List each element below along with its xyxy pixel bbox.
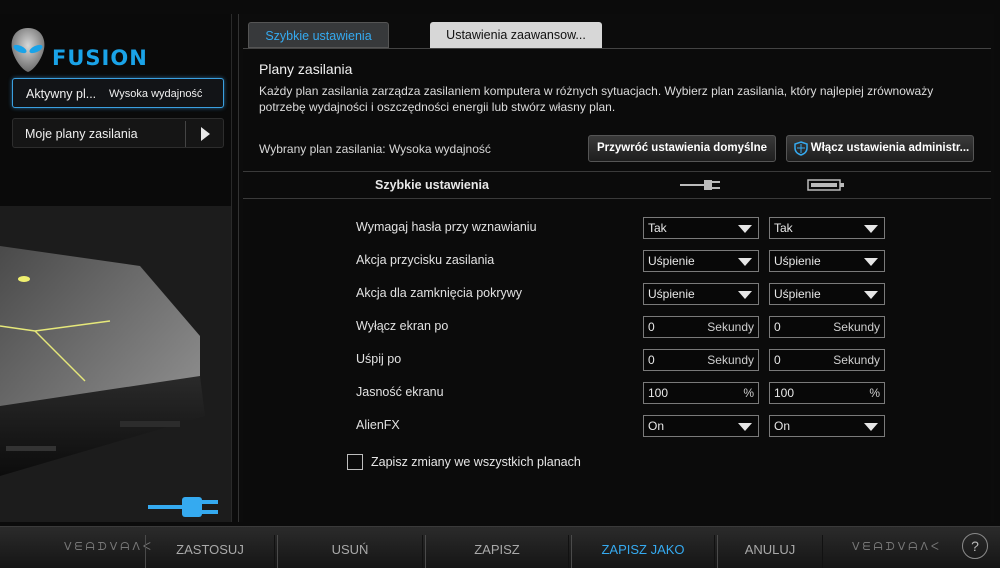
ac-power-plug-icon — [680, 180, 720, 190]
bottom-action-bar: ᐯᗴᗩᗪᐯᗩᐱᐸ ZASTOSUJ USUŃ ZAPISZ ZAPISZ JAK… — [0, 526, 1000, 568]
settings-table-header: Szybkie ustawienia — [243, 171, 991, 199]
fusion-window: FUSION Aktywny pl... Wysoka wydajność Mo… — [0, 0, 1000, 568]
delete-button[interactable]: USUŃ — [277, 535, 423, 568]
value-field-ac[interactable]: 100% — [643, 382, 759, 404]
setting-value: Tak — [774, 221, 793, 235]
restore-defaults-button[interactable]: Przywróć ustawienia domyślne — [588, 135, 776, 162]
value-field-batt[interactable]: 0 Sekundy — [769, 316, 885, 338]
setting-value: Tak — [648, 221, 667, 235]
alien-head-icon — [11, 28, 45, 72]
selected-plan-text: Wybrany plan zasilania: Wysoka wydajność — [259, 142, 491, 156]
setting-label: AlienFX — [356, 418, 400, 432]
logo-text: FUSION — [52, 46, 148, 70]
dropdown-batt[interactable]: Tak — [769, 217, 885, 239]
alien-glyph-decoration-left: ᐯᗴᗩᗪᐯᗩᐱᐸ — [64, 540, 154, 553]
setting-value: Uśpienie — [648, 287, 695, 301]
restore-defaults-label: Przywróć ustawienia domyślne — [596, 142, 767, 154]
unit-label: % — [869, 386, 880, 400]
sidebar: FUSION Aktywny pl... Wysoka wydajność Mo… — [0, 14, 232, 522]
save-all-plans-label: Zapisz zmiany we wszystkich planach — [371, 455, 581, 469]
alien-glyph-decoration-right: ᐯᗴᗩᗪᐯᗩᐱᐸ — [852, 540, 942, 553]
setting-label: Wyłącz ekran po — [356, 319, 449, 333]
value-field-ac[interactable]: 0 Sekundy — [643, 349, 759, 371]
setting-value: 0 — [774, 353, 781, 367]
alien-fusion-logo: FUSION — [8, 24, 208, 80]
unit-label: % — [743, 386, 754, 400]
setting-value: Uśpienie — [774, 254, 821, 268]
setting-value: On — [774, 419, 791, 433]
my-power-plans-label: Moje plany zasilania — [25, 127, 138, 141]
tab-advanced-settings[interactable]: Ustawienia zaawansow... — [430, 22, 602, 48]
setting-value: Uśpienie — [774, 287, 821, 301]
setting-value: 0 — [648, 353, 655, 367]
dropdown-ac[interactable]: Uśpienie — [643, 283, 759, 305]
shield-icon — [794, 141, 808, 156]
save-as-button[interactable]: ZAPISZ JAKO — [571, 535, 715, 568]
main-panel: Szybkie ustawienia Ustawienia zaawansow.… — [238, 14, 994, 522]
active-plan-value: Wysoka wydajność — [109, 88, 203, 100]
my-power-plans-button[interactable]: Moje plany zasilania — [12, 118, 224, 148]
active-plan-label: Aktywny pl... — [26, 87, 97, 101]
dropdown-ac[interactable]: Tak — [643, 217, 759, 239]
tab-quick-settings[interactable]: Szybkie ustawienia — [248, 22, 389, 48]
battery-icon — [807, 179, 844, 191]
cancel-button[interactable]: ANULUJ — [717, 535, 823, 568]
setting-label: Akcja przycisku zasilania — [356, 253, 495, 267]
play-arrow-icon — [201, 127, 210, 141]
apply-button[interactable]: ZASTOSUJ — [145, 535, 275, 568]
dropdown-ac[interactable]: Uśpienie — [643, 250, 759, 272]
save-all-plans-checkbox[interactable] — [347, 454, 363, 470]
dropdown-ac[interactable]: On — [643, 415, 759, 437]
unit-label: Sekundy — [707, 320, 754, 334]
admin-settings-button[interactable]: Włącz ustawienia administr... — [786, 135, 974, 162]
value-field-ac[interactable]: 0 Sekundy — [643, 316, 759, 338]
quick-settings-content: Plany zasilania Każdy plan zasilania zar… — [243, 48, 991, 522]
save-button[interactable]: ZAPISZ — [425, 535, 569, 568]
power-plug-icon — [148, 497, 218, 517]
chevron-down-icon — [864, 291, 878, 299]
plans-description: Każdy plan zasilania zarządza zasilaniem… — [259, 84, 934, 114]
setting-value: 100 — [774, 386, 795, 400]
setting-value: 0 — [648, 320, 655, 334]
chevron-down-icon — [864, 258, 878, 266]
help-button[interactable]: ? — [962, 533, 988, 559]
setting-value: 0 — [774, 320, 781, 334]
setting-label: Uśpij po — [356, 352, 402, 366]
chevron-down-icon — [738, 423, 752, 431]
unit-label: Sekundy — [833, 353, 880, 367]
setting-value: 100 — [648, 386, 669, 400]
setting-label: Wymagaj hasła przy wznawianiu — [356, 220, 537, 234]
chevron-down-icon — [864, 423, 878, 431]
chevron-down-icon — [864, 225, 878, 233]
admin-settings-label: Włącz ustawienia administr... — [810, 142, 970, 154]
active-plan-button[interactable]: Aktywny pl... Wysoka wydajność — [12, 78, 224, 108]
value-field-batt[interactable]: 100% — [769, 382, 885, 404]
setting-label: Akcja dla zamknięcia pokrywy — [356, 286, 523, 300]
table-header-label: Szybkie ustawienia — [375, 178, 489, 192]
unit-label: Sekundy — [707, 353, 754, 367]
page-title: Plany zasilania — [259, 61, 353, 77]
value-field-batt[interactable]: 0 Sekundy — [769, 349, 885, 371]
unit-label: Sekundy — [833, 320, 880, 334]
divider — [185, 121, 186, 147]
laptop-illustration — [0, 206, 231, 522]
setting-value: On — [648, 419, 665, 433]
dropdown-batt[interactable]: Uśpienie — [769, 250, 885, 272]
chevron-down-icon — [738, 291, 752, 299]
setting-value: Uśpienie — [648, 254, 695, 268]
chevron-down-icon — [738, 258, 752, 266]
setting-label: Jasność ekranu — [356, 385, 444, 399]
dropdown-batt[interactable]: On — [769, 415, 885, 437]
chevron-down-icon — [738, 225, 752, 233]
dropdown-batt[interactable]: Uśpienie — [769, 283, 885, 305]
